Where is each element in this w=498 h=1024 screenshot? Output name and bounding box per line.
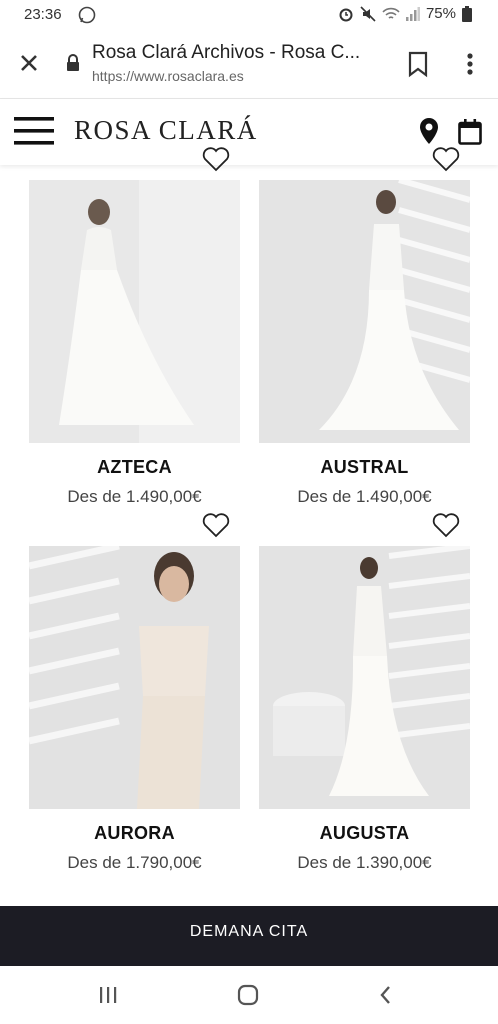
home-icon[interactable] [236,984,260,1006]
more-icon[interactable] [458,50,482,78]
battery-icon [462,5,472,22]
product-price: Des de 1.490,00€ [67,487,202,506]
browser-toolbar: Rosa Clará Archivos - Rosa C... https://… [0,30,498,99]
recents-icon[interactable] [96,984,120,1006]
battery-level: 75% [425,5,456,22]
dress-illustration [259,546,470,809]
heart-icon[interactable] [202,512,230,538]
android-nav-bar [0,966,498,1024]
back-icon[interactable] [376,984,396,1006]
url-text[interactable]: https://www.rosaclara.es [92,68,244,84]
close-icon[interactable] [16,50,42,76]
status-bar: 23:36 75% [0,0,498,30]
product-price: Des de 1.790,00€ [67,853,202,872]
lock-icon [67,54,79,71]
calendar-icon[interactable] [458,119,482,145]
product-image[interactable] [29,180,240,443]
product-name[interactable]: AUGUSTA [259,823,470,844]
product-image[interactable] [259,180,470,443]
product-image[interactable] [29,546,240,809]
dress-illustration [29,546,240,809]
site-header: ROSA CLARÁ [0,99,498,165]
mute-icon [360,5,376,22]
status-icons: 75% [338,5,472,22]
menu-icon[interactable] [14,115,56,147]
page-title[interactable]: Rosa Clará Archivos - Rosa C... [92,42,360,64]
alarm-icon [339,8,353,21]
book-appointment-button[interactable]: DEMANA CITA [0,906,498,966]
wifi-icon [382,7,400,19]
whatsapp-icon [78,6,96,24]
status-time: 23:36 [24,6,62,23]
product-price: Des de 1.390,00€ [297,853,432,872]
signal-icon [405,6,420,21]
location-pin-icon[interactable] [418,117,440,145]
product-name[interactable]: AURORA [29,823,240,844]
site-logo[interactable]: ROSA CLARÁ [74,115,258,146]
product-name[interactable]: AZTECA [29,457,240,478]
heart-icon[interactable] [202,146,230,172]
product-price: Des de 1.490,00€ [297,487,432,506]
product-image[interactable] [259,546,470,809]
dress-illustration [29,180,240,443]
dress-illustration [259,180,470,443]
product-name[interactable]: AUSTRAL [259,457,470,478]
heart-icon[interactable] [432,512,460,538]
heart-icon[interactable] [432,146,460,172]
bookmark-icon[interactable] [406,50,430,78]
